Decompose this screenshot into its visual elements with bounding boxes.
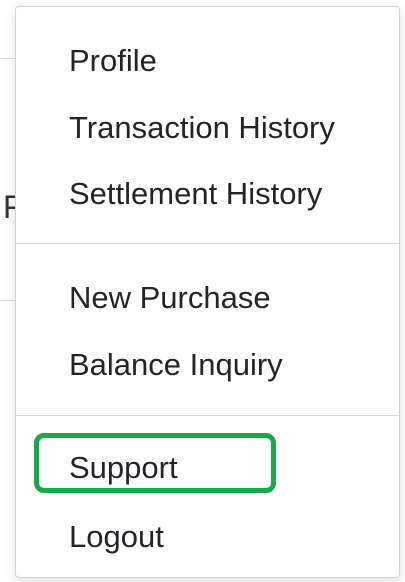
user-dropdown-menu: Profile Transaction History Settlement H… [15, 6, 400, 578]
menu-item-balance-inquiry[interactable]: Balance Inquiry [16, 337, 399, 393]
menu-item-transaction-history[interactable]: Transaction History [16, 100, 399, 156]
menu-item-settlement-history[interactable]: Settlement History [16, 166, 399, 222]
menu-item-support[interactable]: Support [16, 440, 399, 496]
page: F Profile Transaction History Settlement… [0, 0, 405, 582]
menu-divider [16, 243, 399, 244]
menu-item-profile[interactable]: Profile [16, 33, 399, 89]
background-divider [0, 300, 15, 301]
menu-item-logout[interactable]: Logout [16, 509, 399, 565]
menu-divider [16, 415, 399, 416]
menu-item-new-purchase[interactable]: New Purchase [16, 270, 399, 326]
background-divider [0, 58, 15, 59]
background-partial-text: F [3, 192, 15, 222]
